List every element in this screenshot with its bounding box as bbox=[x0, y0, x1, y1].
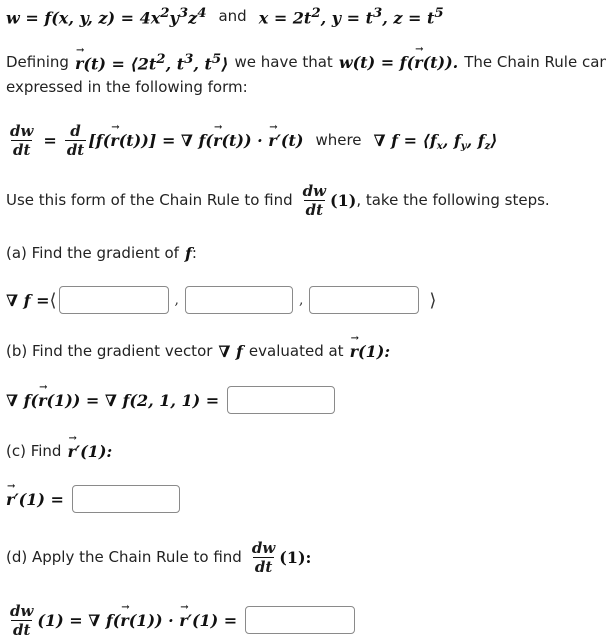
defining-paragraph-line2: expressed in the following form: bbox=[6, 76, 248, 98]
chain-rule-expression: [f(r(t))] = ∇ f(r(t)) · r′(t) bbox=[88, 122, 303, 150]
evaluated-at-text: evaluated at bbox=[248, 342, 344, 360]
dw-dt-fraction: dw dt bbox=[10, 601, 34, 639]
fx-answer-input[interactable] bbox=[58, 286, 169, 314]
r-of-1: r(1): bbox=[350, 333, 391, 361]
part-c-row: r′(1) = bbox=[6, 481, 180, 514]
r-prime-of-1: r′(1): bbox=[67, 433, 112, 461]
w-of-t-expression: w(t) = f(r(t)). bbox=[339, 44, 458, 72]
instruction-text: Use this form of the Chain Rule to find bbox=[6, 191, 293, 209]
dw-dt-fraction: dw dt bbox=[251, 538, 276, 576]
we-have-text: we have that bbox=[234, 53, 333, 71]
part-d-row: dwdt (1) = ∇ f(r(1)) · r′(1) = bbox=[6, 598, 356, 642]
fz-answer-input[interactable] bbox=[309, 286, 420, 314]
dw-dt-fraction: dw dt bbox=[302, 181, 327, 219]
fy-answer-input[interactable] bbox=[184, 286, 293, 314]
r-vector-definition: r(t) = ⟨2t2, t3, t5⟩ bbox=[75, 45, 229, 73]
evaluation-point: (1): bbox=[279, 547, 312, 567]
parametric-definitions: x = 2t2, y = t3, z = t5 bbox=[258, 4, 444, 28]
gradient-symbol: ∇ f bbox=[218, 341, 243, 361]
expressed-text: expressed in the following form: bbox=[6, 78, 248, 96]
part-a-prompt: (a) Find the gradient of f : bbox=[6, 242, 197, 264]
gradient-definition: ∇ f = ⟨fx, fy, fz⟩ bbox=[373, 130, 498, 152]
part-c-prompt: (c) Find r′(1): bbox=[6, 433, 112, 462]
part-b-label: (b) Find the gradient vector bbox=[6, 342, 213, 360]
function-definition: w = f(x, y, z) = 4x2y3z4 and x = 2t2, y … bbox=[6, 4, 444, 28]
part-a-gradient-row: ∇ f = ⟨ , , ⟩ bbox=[6, 285, 436, 315]
gradient-at-point-expression: ∇ f(r(1)) = ∇ f(2, 1, 1) = bbox=[6, 382, 219, 410]
d-dt-fraction: d dt bbox=[64, 121, 87, 159]
instruction-text-after: , take the following steps. bbox=[356, 191, 550, 209]
chain-rule-evaluation-expression: (1) = ∇ f(r(1)) · r′(1) = bbox=[37, 602, 237, 630]
equals-sign: = bbox=[43, 130, 57, 150]
part-b-row: ∇ f(r(1)) = ∇ f(2, 1, 1) = bbox=[6, 382, 336, 415]
part-a-label: (a) Find the gradient of bbox=[6, 244, 179, 262]
part-d-prompt: (d) Apply the Chain Rule to find dw dt (1… bbox=[6, 535, 311, 579]
defining-paragraph-line1: Defining r(t) = ⟨2t2, t3, t5⟩ we have th… bbox=[6, 44, 606, 74]
instruction-line: Use this form of the Chain Rule to find … bbox=[6, 178, 550, 222]
f-symbol: f bbox=[184, 243, 192, 263]
gradient-at-point-input[interactable] bbox=[227, 386, 336, 414]
close-angle-bracket: ⟩ bbox=[429, 289, 437, 311]
separator-comma: , bbox=[298, 292, 304, 308]
gradient-lhs: ∇ f = bbox=[6, 290, 50, 310]
r-prime-input[interactable] bbox=[71, 485, 180, 513]
dw-dt-fraction: dw dt bbox=[10, 121, 34, 159]
defining-text: Defining bbox=[6, 53, 69, 71]
chain-rule-formula: dwdt = ddt [f(r(t))] = ∇ f(r(t)) · r′(t)… bbox=[6, 118, 498, 162]
chain-rule-text: The Chain Rule can be bbox=[464, 53, 606, 71]
w-function-expression: w = f(x, y, z) = 4x2y3z4 bbox=[6, 4, 207, 28]
evaluation-point: (1) bbox=[330, 190, 357, 210]
separator-comma: , bbox=[174, 292, 179, 308]
where-text: where bbox=[315, 131, 362, 149]
part-d-label: (d) Apply the Chain Rule to find bbox=[6, 548, 242, 566]
part-b-prompt: (b) Find the gradient vector ∇ f evaluat… bbox=[6, 333, 391, 362]
dw-dt-answer-input[interactable] bbox=[245, 606, 356, 634]
colon: : bbox=[191, 244, 197, 262]
r-prime-lhs: r′(1) = bbox=[6, 481, 64, 509]
open-angle-bracket: ⟨ bbox=[49, 289, 57, 311]
and-text: and bbox=[218, 7, 247, 25]
part-c-label: (c) Find bbox=[6, 442, 62, 460]
